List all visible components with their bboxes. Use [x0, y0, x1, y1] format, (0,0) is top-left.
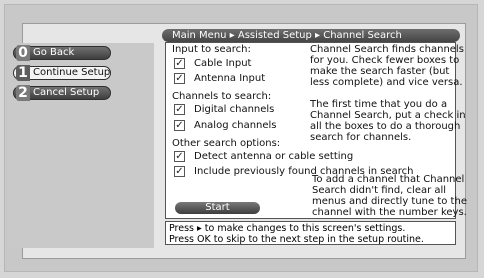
- go-back-button[interactable]: 0 Go Back: [13, 45, 111, 61]
- detect-setting-checkbox[interactable]: ✓: [174, 151, 185, 162]
- button-number: 0: [16, 45, 30, 61]
- help-line: Channel Search finds channels: [310, 44, 464, 55]
- analog-channels-checkbox[interactable]: ✓: [174, 120, 185, 131]
- digital-channels-checkbox[interactable]: ✓: [174, 104, 185, 115]
- help-text-search: Channel Search finds channels for you. C…: [310, 44, 464, 88]
- digital-channels-label: Digital channels: [194, 104, 275, 115]
- status-line: Press OK to skip to the next step in the…: [169, 234, 424, 245]
- analog-channels-label: Analog channels: [194, 120, 277, 131]
- help-line: make the search faster (but: [310, 66, 450, 77]
- help-text-add-channel: To add a channel that Channel Search did…: [312, 174, 467, 218]
- help-line: The first time that you do a: [310, 99, 448, 110]
- button-number: 2: [16, 85, 30, 101]
- continue-setup-label: Continue Setup: [33, 67, 111, 78]
- help-line: menus and directly tune to the: [312, 196, 467, 207]
- help-line: channel with the number keys.: [312, 207, 467, 218]
- help-line: all the boxes to do a thorough: [310, 121, 461, 132]
- help-line: Channel Search, put a check in: [310, 110, 466, 121]
- input-heading: Input to search:: [172, 44, 251, 55]
- help-line: less complete) and vice versa.: [310, 77, 463, 88]
- channels-heading: Channels to search:: [172, 91, 272, 102]
- antenna-input-label: Antenna Input: [194, 73, 266, 84]
- antenna-input-checkbox[interactable]: ✓: [174, 73, 185, 84]
- status-help-box: Press ▸ to make changes to this screen's…: [165, 221, 456, 245]
- help-line: To add a channel that Channel: [312, 174, 465, 185]
- go-back-label: Go Back: [33, 47, 75, 58]
- cancel-setup-label: Cancel Setup: [33, 87, 100, 98]
- help-line: Search didn't find, clear all: [312, 185, 447, 196]
- help-line: for you. Check fewer boxes to: [310, 55, 460, 66]
- detect-setting-label: Detect antenna or cable setting: [194, 151, 354, 162]
- cancel-setup-button[interactable]: 2 Cancel Setup: [13, 85, 111, 101]
- other-options-heading: Other search options:: [172, 138, 281, 149]
- help-text-first-time: The first time that you do a Channel Sea…: [310, 99, 466, 143]
- continue-setup-button[interactable]: 1 Continue Setup: [13, 65, 111, 81]
- status-line: Press ▸ to make changes to this screen's…: [169, 223, 406, 234]
- include-previous-checkbox[interactable]: ✓: [174, 166, 185, 177]
- cable-input-checkbox[interactable]: ✓: [174, 58, 185, 69]
- button-number: 1: [16, 65, 30, 81]
- start-button[interactable]: Start: [175, 202, 260, 214]
- cable-input-label: Cable Input: [194, 58, 252, 69]
- breadcrumb: Main Menu ▸ Assisted Setup ▸ Channel Sea…: [162, 29, 460, 42]
- help-line: search for channels.: [310, 132, 412, 143]
- channel-search-content: Input to search: ✓ Cable Input ✓ Antenna…: [165, 42, 467, 219]
